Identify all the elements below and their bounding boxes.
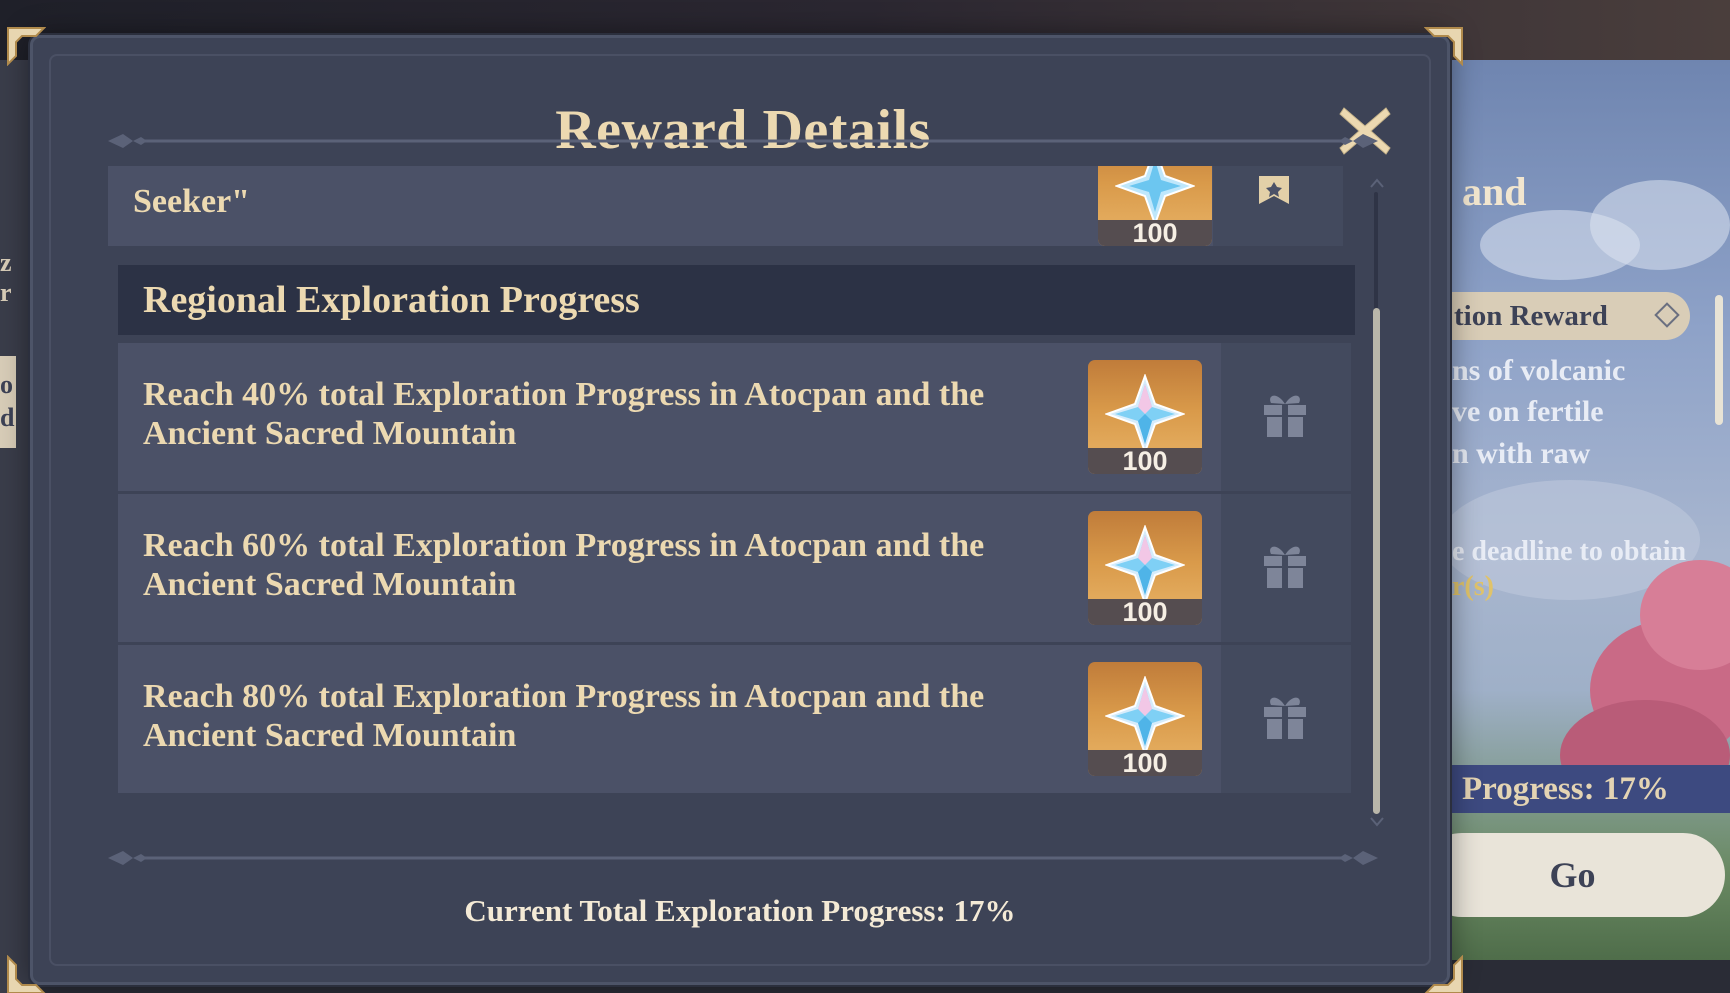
primogem-icon <box>1105 676 1185 756</box>
background-description-line: n with raw <box>1452 437 1591 470</box>
reward-item[interactable]: 100 <box>1088 511 1202 625</box>
primogem-icon <box>1115 166 1195 226</box>
reward-card: Reach 60% total Exploration Progress in … <box>118 494 1351 642</box>
top-divider <box>108 134 1378 148</box>
background-deadline-text: e deadline to obtain <box>1452 536 1687 567</box>
background-progress-bar: Progress: 17% <box>1440 765 1730 813</box>
dialog-title: Reward Details <box>555 99 931 161</box>
gift-icon[interactable] <box>1259 691 1311 743</box>
corner-ornament-icon <box>1424 27 1463 66</box>
claim-status-column <box>1221 494 1351 642</box>
reward-card-text: Reach 60% total Exploration Progress in … <box>143 527 985 603</box>
claim-status-column <box>1221 343 1351 491</box>
primogem-icon <box>1105 525 1185 605</box>
reward-count: 100 <box>1088 448 1202 474</box>
gift-icon[interactable] <box>1259 540 1311 592</box>
claim-status-column <box>1213 166 1343 246</box>
gift-icon[interactable] <box>1259 389 1311 441</box>
reward-item[interactable]: 100 <box>1098 166 1212 246</box>
scroll-down-icon[interactable] <box>1370 817 1384 827</box>
background-left-text: r <box>0 278 12 307</box>
reward-card: Reach 40% total Exploration Progress in … <box>118 343 1351 491</box>
reward-card: Seeker" 100 <box>108 166 1343 246</box>
primogem-icon <box>1105 374 1185 454</box>
reward-item[interactable]: 100 <box>1088 360 1202 474</box>
background-left-text: z <box>0 248 12 277</box>
background-left-text: d <box>0 403 15 432</box>
reward-count: 100 <box>1098 220 1212 246</box>
corner-ornament-icon <box>7 955 46 993</box>
background-description-line: ns of volcanic <box>1452 354 1626 387</box>
reward-card-text: Seeker" <box>133 183 251 220</box>
total-progress-text: Current Total Exploration Progress: 17% <box>464 893 1016 928</box>
claim-status-column <box>1221 645 1351 793</box>
background-left-text: o <box>0 370 13 399</box>
background-reward-label: tion Reward <box>1440 292 1690 340</box>
bottom-divider <box>108 851 1378 865</box>
background-event-title: and <box>1462 169 1527 214</box>
scroll-up-icon[interactable] <box>1370 178 1384 188</box>
scrollbar-thumb[interactable] <box>1373 308 1380 814</box>
section-header: Regional Exploration Progress <box>118 265 1355 335</box>
go-button-label: Go <box>1549 855 1596 895</box>
background-description-line: ve on fertile <box>1452 395 1604 428</box>
background-reward-text: tion Reward <box>1454 300 1608 332</box>
background-scrollbar <box>1715 295 1723 425</box>
reward-card-text: Reach 80% total Exploration Progress in … <box>143 678 985 754</box>
claimed-bookmark-icon <box>1259 176 1289 204</box>
reward-list[interactable]: Seeker" 100 Regional Exploration Progres… <box>104 166 1369 838</box>
reward-card: Reach 80% total Exploration Progress in … <box>118 645 1351 793</box>
go-button[interactable]: Go <box>1420 833 1725 917</box>
reward-count: 100 <box>1088 750 1202 776</box>
corner-ornament-icon <box>1424 955 1463 993</box>
reward-card-text: Reach 40% total Exploration Progress in … <box>143 376 985 452</box>
reward-item[interactable]: 100 <box>1088 662 1202 776</box>
diamond-icon <box>1654 302 1680 328</box>
corner-ornament-icon <box>7 27 46 66</box>
background-deadline-text: r(s) <box>1452 571 1494 602</box>
reward-count: 100 <box>1088 599 1202 625</box>
background-progress-label: Progress: 17% <box>1462 771 1669 807</box>
